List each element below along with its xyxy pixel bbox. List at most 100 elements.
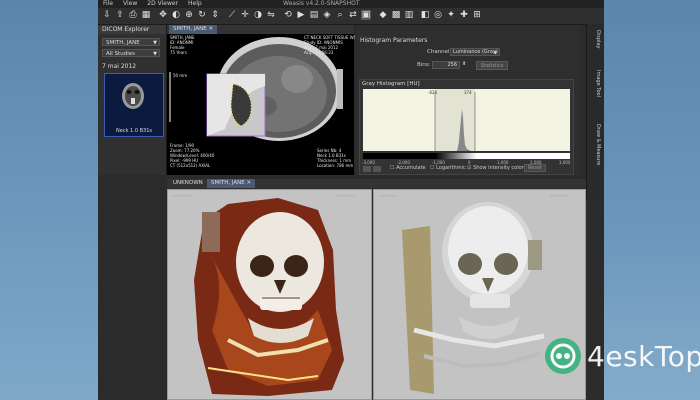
window-title: Weasis v4.2.0-SNAPSHOT [283,0,360,7]
tab-label: UNKNOWN [173,180,203,186]
bins-spinner-icon[interactable]: ⬍ [462,61,466,67]
thumbnail-label: Neck 1.0 B31s [116,128,152,134]
patient-combo-value: SMITH, JANE [106,40,140,46]
ct-overlay-top-left: SMITH, JANE ID: ANONMI Female 75 Years [170,35,195,55]
study-date: 7 mai 2012 [102,63,137,70]
show-intensity-checkbox[interactable]: ☑ Show intensity color [467,165,524,171]
channel-select-value: Luminance (Gray) [453,49,498,55]
mpr-icon[interactable]: ▣ [361,10,371,20]
rotate-icon[interactable]: ↻ [197,10,207,20]
keyimage-icon[interactable]: ✦ [446,10,456,20]
menu-file[interactable]: File [98,0,118,8]
chevron-down-icon: ▼ [153,51,157,57]
lut-icon[interactable]: ▤ [309,10,319,20]
logarithmic-checkbox[interactable]: ☐ Logarithmic [430,165,466,171]
studies-combo-value: All Studies [106,51,135,57]
channel-select[interactable]: Luminance (Gray) ▼ [450,48,500,56]
3d-volume-view-left[interactable]: ◦◦◦◦◦◦◦◦ ◦◦◦◦◦◦◦◦ [167,189,372,400]
histogram-marker-high: 374 [464,90,472,95]
desktop-background-left [0,0,98,400]
side-tab-image-tool[interactable]: Image Tool [591,70,601,97]
grid-icon[interactable]: ⊞ [472,10,482,20]
tab-smith-jane-3d[interactable]: SMITH, JANE ✕ [207,179,256,188]
zoom-in-icon[interactable] [373,166,381,172]
close-icon[interactable]: ✕ [208,26,213,32]
desktop-watermark: 4eskTop [545,338,700,378]
cine-icon[interactable]: ▶ [296,10,306,20]
histogram-panel: Histogram Parameters Channel: Luminance … [356,25,580,175]
tab-smith-jane[interactable]: SMITH, JANE ✕ [169,25,218,34]
accumulate-label: Accumulate [396,165,426,171]
side-tab-draw-measure[interactable]: Draw & Measure [591,124,601,165]
annotations-icon[interactable]: ◎ [433,10,443,20]
ct-tab-bar: SMITH, JANE ✕ [167,25,354,34]
close-icon[interactable]: ✕ [246,180,251,186]
flip-icon[interactable]: ⇋ [266,10,276,20]
gray-histogram-title: Gray Histogram [HU] [362,81,420,87]
histogram-marker-low: -626 [428,90,438,95]
scroll-icon[interactable]: ⇕ [210,10,220,20]
patient-combo[interactable]: SMITH, JANE ▼ [102,38,160,46]
layout-icon[interactable]: ▦ [141,10,151,20]
3d-skull-render-left [168,190,371,399]
view-corner-label-top-left: ◦◦◦◦◦◦◦◦ [378,193,397,198]
logarithmic-label: Logarithmic [436,165,466,171]
right-side-strip: Display Image Tool Draw & Measure [586,24,604,200]
menu-view[interactable]: View [118,0,142,8]
filter-icon[interactable]: ◈ [322,10,332,20]
histogram-gradient-bar [363,153,570,159]
ct-overlay-top-right: CT NECK SOFT TISSUE W/ C... Study ID: AN… [304,35,363,55]
ct-viewer[interactable]: SMITH, JANE ✕ SMITH, JANE ID: ANONMI Fem… [167,25,363,175]
watermark-logo-icon [545,338,581,374]
pan-icon[interactable]: ✥ [158,10,168,20]
reset-icon[interactable]: ⟲ [283,10,293,20]
dicom-explorer-title: DICOM Explorer [98,25,166,34]
chevron-down-icon: ▼ [493,50,497,55]
view-corner-label-top-left: ◦◦◦◦◦◦◦◦ [172,193,191,198]
toolbar: ⇩ ⇪ ⎙ ▦ ✥ ◐ ⊕ ↻ ⇕ ⟋ ✛ ◑ ⇋ ⟲ ▶ ▤ ◈ ⌕ ⇄ ▣ … [98,8,604,25]
menu-2d-viewer[interactable]: 2D Viewer [142,0,183,8]
histogram-plot[interactable] [363,89,570,151]
invert-icon[interactable]: ◑ [253,10,263,20]
tick-label: -3,000 [362,160,375,165]
bins-input[interactable]: 256 [432,61,460,69]
menu-help[interactable]: Help [183,0,207,8]
display-icon[interactable]: ◧ [420,10,430,20]
window-level-icon[interactable]: ◐ [171,10,181,20]
tab-label: SMITH, JANE [173,26,207,32]
tab-unknown[interactable]: UNKNOWN [169,179,207,188]
3d-view-tab-bar: UNKNOWN SMITH, JANE ✕ [167,179,586,188]
color-lut-icon[interactable]: ▩ [391,10,401,20]
series-thumbnail[interactable]: Neck 1.0 B31s [104,73,164,137]
chevron-down-icon: ▼ [153,40,157,46]
crosshair-icon[interactable]: ✛ [240,10,250,20]
side-tab-display[interactable]: Display [591,30,601,48]
import-icon[interactable]: ⇩ [102,10,112,20]
show-intensity-label: Show intensity color [473,165,524,171]
studies-combo[interactable]: All Studies ▼ [102,49,160,57]
dicom-explorer-panel: DICOM Explorer SMITH, JANE ▼ All Studies… [98,25,167,175]
measure-icon[interactable]: ⟋ [227,10,237,20]
reset-button[interactable]: Reset [524,164,546,172]
ct-scale-label: 50 mm [173,73,188,78]
weasis-window: File View 2D Viewer Help Weasis v4.2.0-S… [98,0,604,400]
gray-histogram-box: Gray Histogram [HU] -626 374 -3,000 -2,0… [359,79,574,175]
export-icon[interactable]: ⇪ [115,10,125,20]
sync-icon[interactable]: ⇄ [348,10,358,20]
ct-overlay-bottom-right: Series Nb: 4 Neck 1.0 B31s Thickness: 1 … [317,148,354,168]
view-corner-label-top-right: ◦◦◦◦◦◦◦◦ [336,193,355,198]
dicom-info-icon[interactable]: ▥ [404,10,414,20]
channel-label: Channel: [427,49,452,55]
watermark-text: 4eskTop [587,340,700,373]
tools-icon[interactable]: ✚ [459,10,469,20]
histogram-params-title: Histogram Parameters [360,37,428,44]
zoom-out-icon[interactable] [363,166,371,172]
print-icon[interactable]: ⎙ [128,10,138,20]
accumulate-checkbox[interactable]: ☐ Accumulate [390,165,426,171]
search-icon[interactable]: ⌕ [335,10,345,20]
view-corner-label-top-right: ◦◦◦◦◦◦◦◦ [550,193,569,198]
statistics-button[interactable]: Statistics [476,61,508,70]
3d-icon[interactable]: ◆ [378,10,388,20]
tick-label: 3,000 [559,160,571,165]
zoom-icon[interactable]: ⊕ [184,10,194,20]
